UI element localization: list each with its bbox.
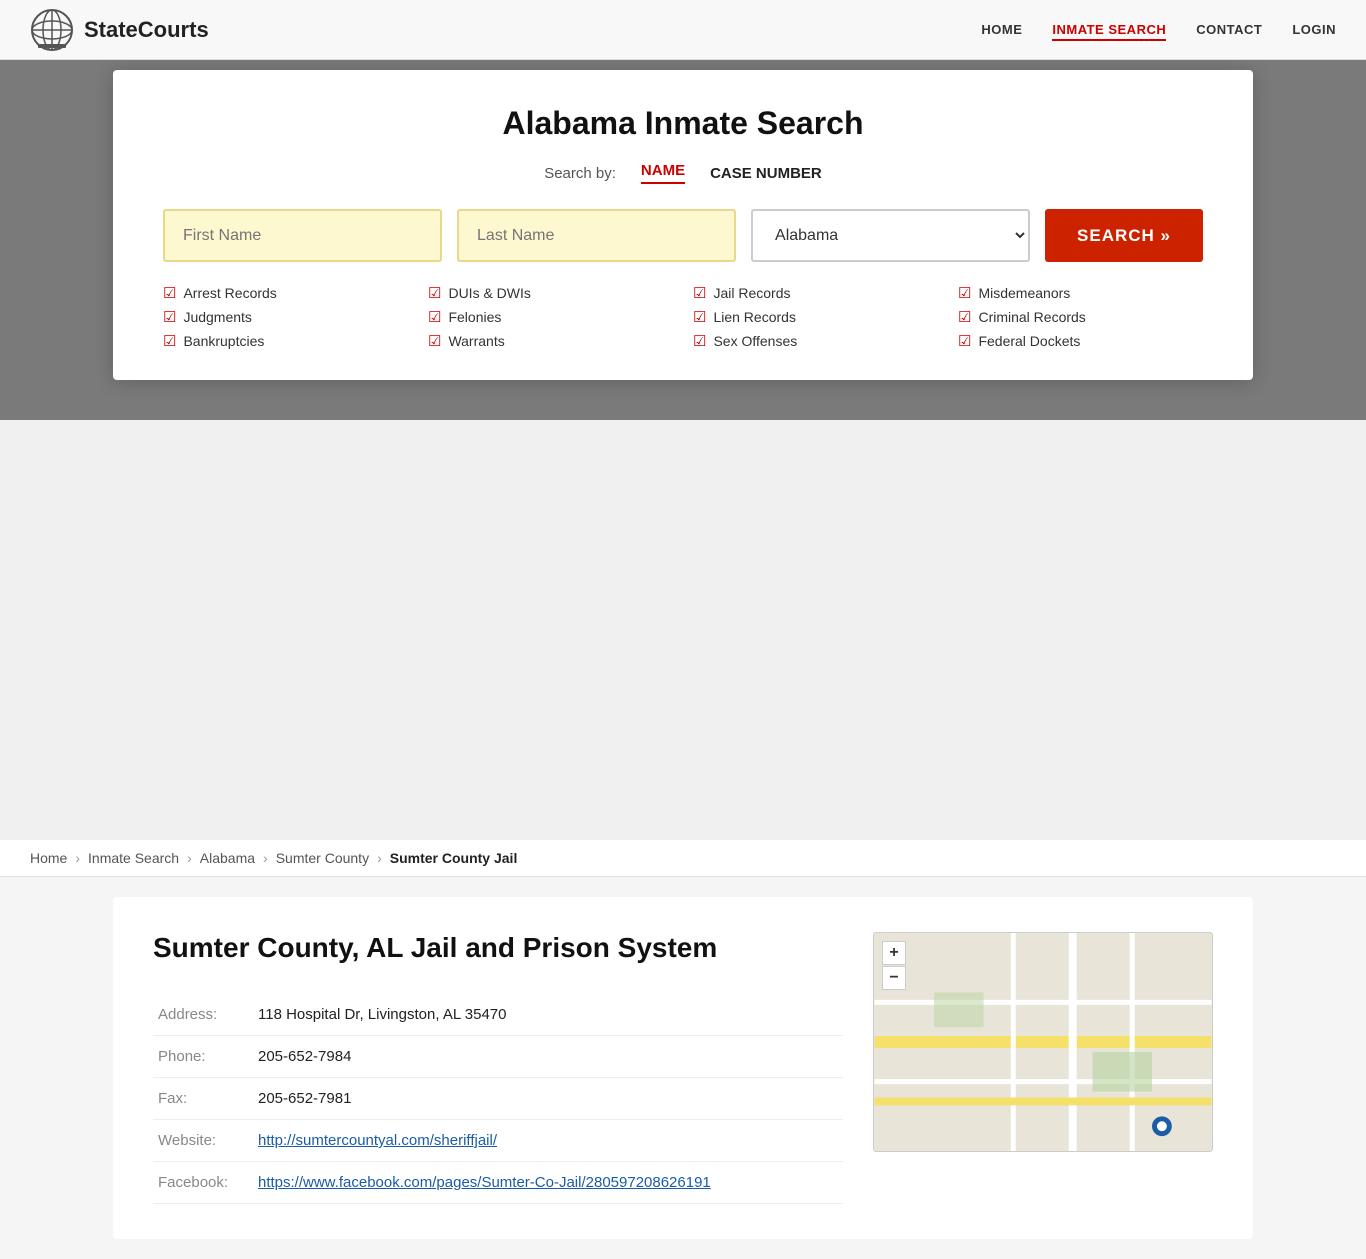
facility-field-value: 205-652-7981 [253, 1078, 843, 1120]
state-select[interactable]: Alabama [751, 209, 1030, 262]
map-zoom-controls: + − [882, 941, 906, 990]
check-icon: ☑ [428, 332, 441, 350]
check-icon: ☑ [693, 308, 706, 326]
breadcrumb-item: Sumter County Jail [390, 850, 518, 866]
map-zoom-out-button[interactable]: − [882, 966, 906, 990]
breadcrumb-item[interactable]: Home [30, 850, 67, 866]
record-type-item: ☑Criminal Records [958, 308, 1203, 326]
search-fields: Alabama SEARCH » [163, 209, 1203, 262]
check-icon: ☑ [163, 332, 176, 350]
facility-info-link[interactable]: http://sumtercountyal.com/sheriffjail/ [258, 1132, 497, 1149]
facility-info-link[interactable]: https://www.facebook.com/pages/Sumter-Co… [258, 1174, 711, 1191]
breadcrumb: Home › Inmate Search › Alabama › Sumter County… [0, 840, 1366, 877]
nav-home[interactable]: HOME [981, 21, 1022, 39]
facility-field-label: Phone: [153, 1036, 253, 1078]
map-section: + − [873, 932, 1213, 1204]
main-content: Sumter County, AL Jail and Prison System… [0, 877, 1366, 1259]
check-icon: ☑ [163, 284, 176, 302]
breadcrumb-item[interactable]: Sumter County [276, 850, 369, 866]
breadcrumb-separator: › [263, 850, 268, 866]
search-tabs: Search by: NAME CASE NUMBER [163, 162, 1203, 184]
last-name-input[interactable] [457, 209, 736, 262]
record-type-item: ☑Federal Dockets [958, 332, 1203, 350]
record-type-item: ☑DUIs & DWIs [428, 284, 673, 302]
check-icon: ☑ [428, 284, 441, 302]
facility-field-value[interactable]: http://sumtercountyal.com/sheriffjail/ [253, 1120, 843, 1162]
facility-field-label: Fax: [153, 1078, 253, 1120]
record-type-item: ☑Sex Offenses [693, 332, 938, 350]
nav-inmate-search[interactable]: INMATE SEARCH [1052, 21, 1166, 39]
breadcrumb-item[interactable]: Inmate Search [88, 850, 179, 866]
record-type-item: ☑Felonies [428, 308, 673, 326]
facility-field-label: Facebook: [153, 1162, 253, 1204]
top-navigation: StateCourts HOME INMATE SEARCH CONTACT L… [0, 0, 1366, 60]
facility-info-row: Facebook: https://www.facebook.com/pages/… [153, 1162, 843, 1204]
check-icon: ☑ [958, 284, 971, 302]
breadcrumb-separator: › [75, 850, 80, 866]
facility-info-row: Phone:205-652-7984 [153, 1036, 843, 1078]
breadcrumb-item[interactable]: Alabama [200, 850, 255, 866]
check-icon: ☑ [958, 332, 971, 350]
facility-field-value: 118 Hospital Dr, Livingston, AL 35470 [253, 994, 843, 1036]
facility-info: Sumter County, AL Jail and Prison System… [153, 932, 843, 1204]
record-type-item: ☑Arrest Records [163, 284, 408, 302]
facility-field-value[interactable]: https://www.facebook.com/pages/Sumter-Co… [253, 1162, 843, 1204]
logo-icon [30, 8, 74, 52]
breadcrumb-separator: › [377, 850, 382, 866]
map-svg [874, 933, 1212, 1151]
search-by-label: Search by: [544, 165, 616, 182]
nav-contact[interactable]: CONTACT [1196, 21, 1262, 39]
check-icon: ☑ [693, 284, 706, 302]
tab-name[interactable]: NAME [641, 162, 685, 184]
logo-text: StateCourts [84, 17, 209, 43]
facility-details-table: Address:118 Hospital Dr, Livingston, AL … [153, 994, 843, 1204]
map-container: + − [873, 932, 1213, 1152]
check-icon: ☑ [693, 332, 706, 350]
facility-info-row: Fax:205-652-7981 [153, 1078, 843, 1120]
content-card: Sumter County, AL Jail and Prison System… [113, 897, 1253, 1239]
record-type-item: ☑Misdemeanors [958, 284, 1203, 302]
breadcrumb-separator: › [187, 850, 192, 866]
nav-login[interactable]: LOGIN [1292, 21, 1336, 39]
search-button[interactable]: SEARCH » [1045, 209, 1203, 262]
hero-section: COURTHOUSE StateCourts HOME INMATE SEARC… [0, 0, 1366, 420]
record-type-item: ☑Jail Records [693, 284, 938, 302]
record-types: ☑Arrest Records ☑DUIs & DWIs ☑Jail Records… [163, 284, 1203, 350]
record-type-item: ☑Warrants [428, 332, 673, 350]
tab-case-number[interactable]: CASE NUMBER [710, 165, 822, 182]
facility-field-label: Website: [153, 1120, 253, 1162]
facility-field-value: 205-652-7984 [253, 1036, 843, 1078]
logo[interactable]: StateCourts [30, 8, 209, 52]
search-card-title: Alabama Inmate Search [163, 105, 1203, 142]
nav-links: HOME INMATE SEARCH CONTACT LOGIN [981, 21, 1336, 39]
first-name-input[interactable] [163, 209, 442, 262]
record-type-item: ☑Lien Records [693, 308, 938, 326]
facility-field-label: Address: [153, 994, 253, 1036]
search-card: Alabama Inmate Search Search by: NAME CA… [113, 70, 1253, 380]
check-icon: ☑ [428, 308, 441, 326]
record-type-item: ☑Bankruptcies [163, 332, 408, 350]
check-icon: ☑ [163, 308, 176, 326]
check-icon: ☑ [958, 308, 971, 326]
map-zoom-in-button[interactable]: + [882, 941, 906, 965]
record-type-item: ☑Judgments [163, 308, 408, 326]
facility-info-row: Address:118 Hospital Dr, Livingston, AL … [153, 994, 843, 1036]
facility-info-row: Website: http://sumtercountyal.com/sherif… [153, 1120, 843, 1162]
facility-title: Sumter County, AL Jail and Prison System [153, 932, 843, 964]
